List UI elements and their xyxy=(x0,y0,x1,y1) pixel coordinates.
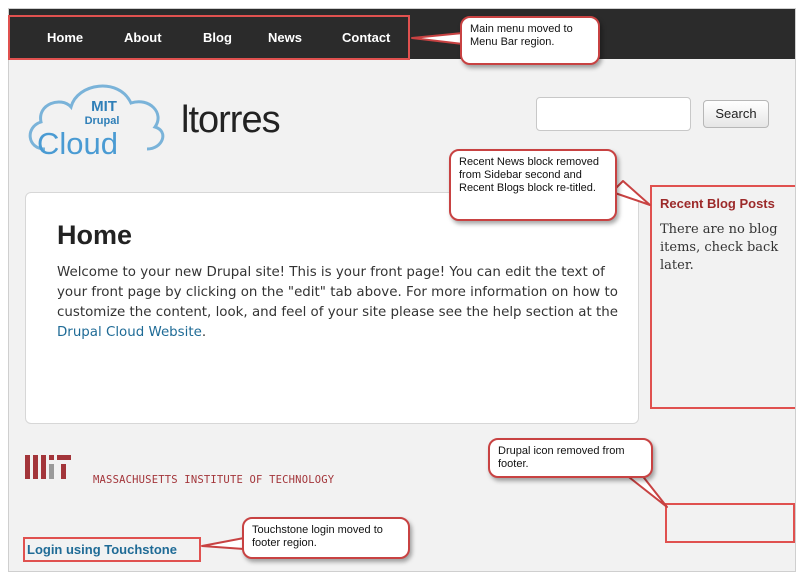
logo-mit-text: MIT xyxy=(91,98,117,115)
mit-logo-icon xyxy=(25,455,71,479)
welcome-text-period: . xyxy=(201,325,207,340)
drupal-cloud-website-link[interactable]: Drupal Cloud Website xyxy=(57,325,202,340)
welcome-text-body: Welcome to your new Drupal site! This is… xyxy=(57,265,618,320)
sidebar-empty-message: There are no blog items, check back late… xyxy=(660,222,779,273)
site-name[interactable]: ltorres xyxy=(181,99,281,142)
removed-drupal-icon-placeholder xyxy=(665,503,795,543)
welcome-text: Welcome to your new Drupal site! This is… xyxy=(57,263,627,343)
touchstone-login-link[interactable]: Login using Touchstone xyxy=(23,537,201,562)
page-frame: Home About Blog News Contact MIT Drupal … xyxy=(8,8,796,572)
callout-menu: Main menu moved to Menu Bar region. xyxy=(460,16,600,65)
callout-news: Recent News block removed from Sidebar s… xyxy=(449,149,617,221)
sidebar-recent-blog-posts: Recent Blog Posts There are no blog item… xyxy=(650,185,795,409)
mit-drupal-cloud-logo[interactable]: MIT Drupal Cloud xyxy=(23,71,173,163)
menu-highlight-box xyxy=(8,15,410,60)
callout-touchstone: Touchstone login moved to footer region. xyxy=(242,517,410,559)
logo-cloud-text: Cloud xyxy=(37,126,118,161)
mit-footer-text: MASSACHUSETTS INSTITUTE OF TECHNOLOGY xyxy=(93,474,335,486)
search-input[interactable] xyxy=(536,97,691,131)
sidebar-title: Recent Blog Posts xyxy=(660,196,775,211)
main-content: Home Welcome to your new Drupal site! Th… xyxy=(25,192,639,424)
page-title: Home xyxy=(57,220,133,250)
callout-drupal-icon: Drupal icon removed from footer. xyxy=(488,438,653,478)
search-button[interactable]: Search xyxy=(703,100,769,128)
